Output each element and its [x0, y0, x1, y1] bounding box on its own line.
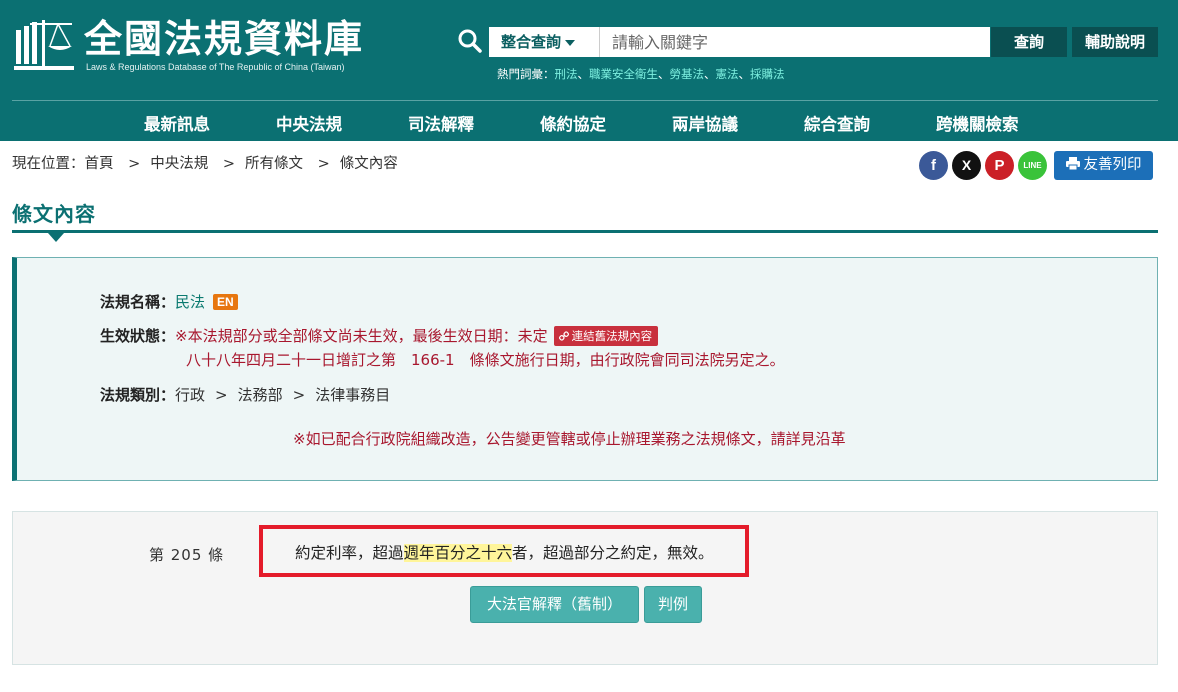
breadcrumb-separator: >: [317, 156, 330, 172]
scales-of-justice-icon: [14, 20, 74, 70]
pinterest-share-icon[interactable]: P: [985, 151, 1014, 180]
hot-term-separator: 、: [704, 67, 716, 81]
status-text: ※本法規部分或全部條文尚未生效，最後生效日期：未定: [175, 327, 548, 345]
article-panel: 第 205 條 約定利率，超過週年百分之十六者，超過部分之約定，無效。 大法官解…: [12, 511, 1158, 665]
article-text-part: 者，超過部分之約定，無效。: [512, 544, 714, 562]
hot-term-link[interactable]: 刑法: [555, 67, 578, 81]
nav-item-integrated-search[interactable]: 綜合查詢: [804, 111, 870, 135]
reorganization-notice: ※如已配合行政院組織改造，公告變更管轄或停止辦理業務之法規條文，請詳見沿革: [293, 430, 846, 448]
breadcrumb-item-all-articles[interactable]: 所有條文: [245, 156, 303, 172]
hot-terms-label: 熱門詞彙：: [497, 67, 555, 81]
print-label: 友善列印: [1083, 157, 1142, 173]
old-law-link-button[interactable]: 連結舊法規內容: [553, 326, 659, 346]
nav-item-latest-news[interactable]: 最新訊息: [144, 111, 210, 135]
hot-term-link[interactable]: 職業安全衛生: [589, 67, 658, 81]
status-row: 生效狀態：※本法規部分或全部條文尚未生效，最後生效日期：未定 連結舊法規內容: [100, 325, 659, 346]
hot-terms: 熱門詞彙：刑法、職業安全衛生、勞基法、憲法、採購法: [497, 66, 785, 82]
category-item: 法律事務目: [315, 386, 391, 404]
article-text-part: 約定利率，超過: [295, 544, 404, 562]
article-text: 約定利率，超過週年百分之十六者，超過部分之約定，無效。: [295, 541, 714, 563]
hot-term-link[interactable]: 採購法: [750, 67, 785, 81]
status-detail: 八十八年四月二十一日增訂之第 166-1 條條文施行日期，由行政院會同司法院另定…: [186, 351, 785, 369]
breadcrumb-item-current: 條文內容: [339, 156, 398, 172]
hot-term-link[interactable]: 勞基法: [670, 67, 705, 81]
breadcrumb-prefix: 現在位置：: [12, 156, 85, 172]
nav-item-central-regulations[interactable]: 中央法規: [276, 111, 342, 135]
article-number: 第 205 條: [149, 546, 225, 564]
article-highlight-box: 約定利率，超過週年百分之十六者，超過部分之約定，無效。: [259, 525, 749, 577]
category-row: 法規類別：行政 > 法務部 > 法律事務目: [100, 384, 390, 405]
section-title: 條文內容: [12, 202, 96, 226]
law-name-link[interactable]: 民法: [175, 293, 205, 311]
precedent-button[interactable]: 判例: [644, 586, 702, 623]
search-mode-select[interactable]: 整合查詢: [489, 27, 600, 57]
help-button[interactable]: 輔助說明: [1072, 27, 1158, 57]
law-name-row: 法規名稱：民法 EN: [100, 291, 238, 312]
hot-term-link[interactable]: 憲法: [716, 67, 739, 81]
site-title: 全國法規資料庫: [84, 17, 365, 61]
facebook-share-icon[interactable]: f: [919, 151, 948, 180]
print-button[interactable]: 友善列印: [1054, 151, 1153, 180]
site-header: 全國法規資料庫 Laws & Regulations Database of T…: [0, 0, 1178, 141]
section-arrow-icon: [48, 233, 64, 242]
nav-item-judicial-interpretations[interactable]: 司法解釋: [408, 111, 474, 135]
status-label: 生效狀態：: [100, 327, 176, 345]
constitutional-interpretation-button[interactable]: 大法官解釋（舊制）: [470, 586, 639, 623]
law-info-panel: 法規名稱：民法 EN 生效狀態：※本法規部分或全部條文尚未生效，最後生效日期：未定…: [12, 257, 1158, 481]
search-mode-label: 整合查詢: [501, 33, 562, 51]
search-button[interactable]: 查詢: [991, 27, 1067, 57]
article-text-highlight: 週年百分之十六: [403, 544, 513, 562]
hot-term-separator: 、: [577, 67, 590, 81]
search-icon: [458, 29, 482, 53]
category-item: 法務部: [237, 386, 283, 404]
nav-item-cross-agency-search[interactable]: 跨機關檢索: [936, 111, 1019, 135]
breadcrumb-item-home[interactable]: 首頁: [85, 156, 114, 172]
old-law-link-label: 連結舊法規內容: [571, 329, 653, 343]
category-item: 行政: [175, 386, 206, 404]
breadcrumb: 現在位置：首頁 > 中央法規 > 所有條文 > 條文內容: [12, 152, 398, 173]
site-logo[interactable]: 全國法規資料庫 Laws & Regulations Database of T…: [12, 14, 372, 76]
link-icon: [558, 331, 569, 341]
nav-item-treaties[interactable]: 條約協定: [540, 111, 606, 135]
category-separator: >: [292, 386, 306, 404]
breadcrumb-item-central[interactable]: 中央法規: [150, 156, 208, 172]
english-version-badge[interactable]: EN: [213, 294, 238, 310]
main-nav: 最新訊息 中央法規 司法解釋 條約協定 兩岸協議 綜合查詢 跨機關檢索: [0, 101, 1178, 141]
caret-down-icon: [565, 39, 576, 46]
law-name-label: 法規名稱：: [100, 293, 176, 311]
breadcrumb-separator: >: [128, 156, 141, 172]
hot-term-separator: 、: [738, 67, 751, 81]
section-divider: [12, 230, 1158, 233]
printer-icon: [1065, 157, 1080, 171]
breadcrumb-separator: >: [222, 156, 236, 172]
category-separator: >: [215, 386, 228, 404]
nav-item-cross-strait[interactable]: 兩岸協議: [672, 111, 738, 135]
hot-term-separator: 、: [658, 67, 670, 81]
search-input[interactable]: [600, 27, 990, 57]
line-share-icon[interactable]: LINE: [1018, 151, 1047, 180]
category-label: 法規類別：: [100, 386, 176, 404]
x-share-icon[interactable]: X: [952, 151, 981, 180]
site-subtitle: Laws & Regulations Database of The Repub…: [86, 62, 345, 72]
